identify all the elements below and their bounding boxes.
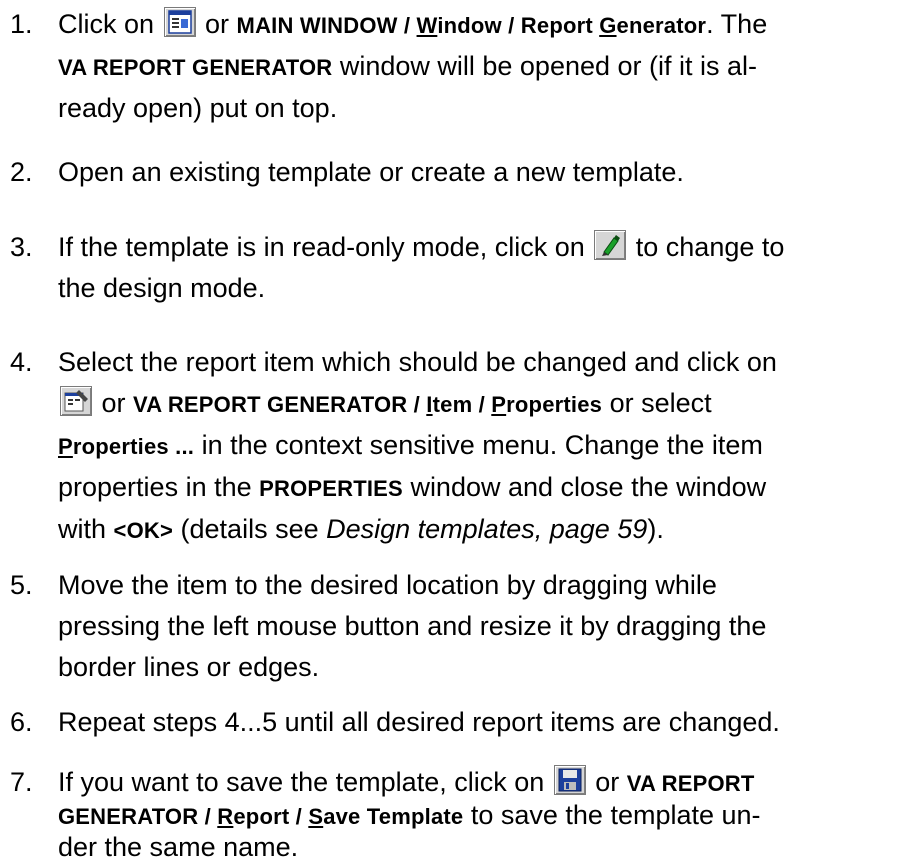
design-mode-pen-icon[interactable] xyxy=(594,230,627,260)
step-line: der the same name. xyxy=(58,832,299,862)
step-line: properties in the PROPERTIES window and … xyxy=(58,472,767,502)
step-line: If you want to save the template, click … xyxy=(58,765,755,797)
report-generator-icon[interactable] xyxy=(163,7,196,37)
step-line: Repeat steps 4...5 until all desired rep… xyxy=(58,707,780,737)
step-line: border lines or edges. xyxy=(58,652,320,682)
step-line: ready open) put on top. xyxy=(58,93,338,123)
step-line: Move the item to the desired location by… xyxy=(58,570,717,600)
step-line: Select the report item which should be c… xyxy=(58,347,777,377)
step-number: 6. xyxy=(10,707,33,737)
step-line: GENERATOR / Report / Save Template to sa… xyxy=(58,800,761,830)
step-line: VA REPORT GENERATOR window will be opene… xyxy=(58,51,758,81)
save-floppy-icon[interactable] xyxy=(553,765,586,795)
step-number: 3. xyxy=(10,232,33,262)
step-number: 4. xyxy=(10,347,33,377)
properties-icon[interactable] xyxy=(60,386,92,416)
step-line: If the template is in read-only mode, cl… xyxy=(58,230,785,262)
step-line: Properties ... in the context sensitive … xyxy=(58,430,763,460)
step-line: with <OK> (details see Design templates,… xyxy=(58,514,664,544)
step-number: 7. xyxy=(10,767,33,797)
step-number: 2. xyxy=(10,157,33,187)
step-line: or VA REPORT GENERATOR / Item / Properti… xyxy=(58,383,920,425)
step-line: the design mode. xyxy=(58,273,266,303)
step-line: pressing the left mouse button and resiz… xyxy=(58,611,767,641)
step-line: Click on or MAIN WINDOW / Window / Repor… xyxy=(58,7,768,39)
step-number: 1. xyxy=(10,9,33,39)
step-line: Open an existing template or create a ne… xyxy=(58,157,684,187)
step-number: 5. xyxy=(10,570,33,600)
